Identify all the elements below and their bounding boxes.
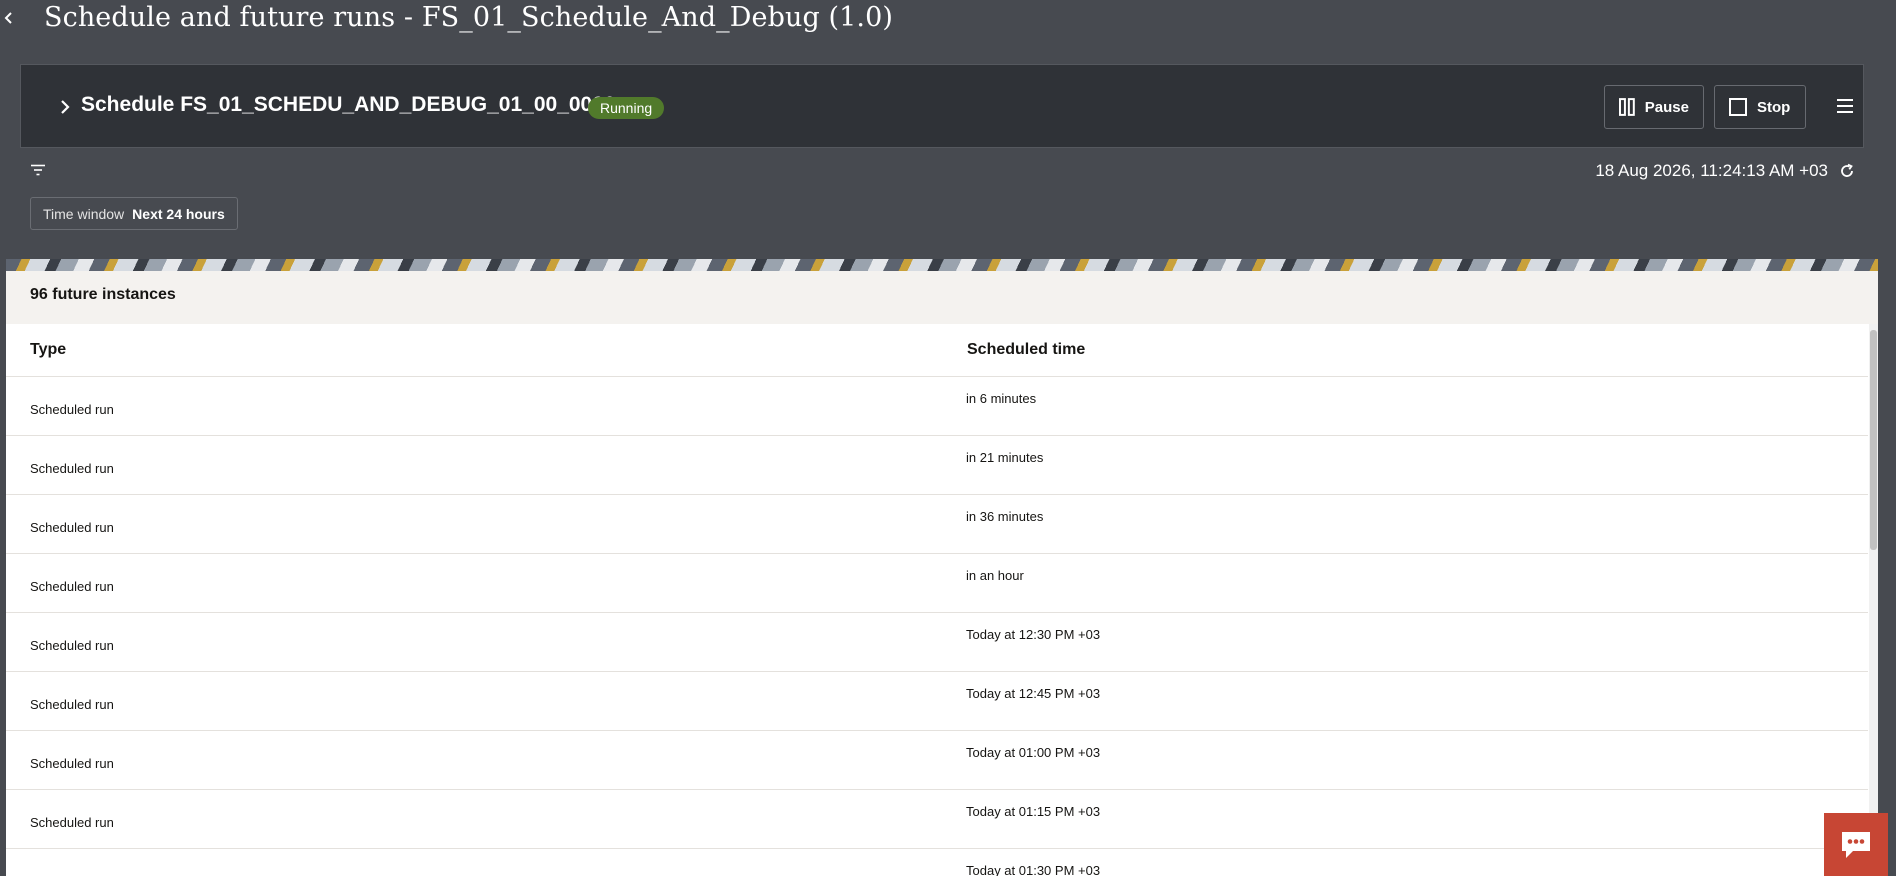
page-title: Schedule and future runs - FS_01_Schedul…	[44, 2, 894, 33]
cell-scheduled-time: Today at 01:15 PM +03	[966, 804, 1101, 819]
cell-type: Scheduled run	[30, 697, 114, 712]
current-timestamp: 18 Aug 2026, 11:24:13 AM +03	[1595, 161, 1828, 180]
cell-scheduled-time: in an hour	[966, 568, 1024, 583]
cell-type: Scheduled run	[30, 756, 114, 771]
stop-icon	[1729, 98, 1747, 116]
table-row[interactable]: Scheduled run Today at 01:15 PM +03	[6, 790, 1868, 849]
filter-button[interactable]	[28, 160, 48, 180]
table-row[interactable]: Scheduled run Today at 01:00 PM +03	[6, 731, 1868, 790]
cell-type: Scheduled run	[30, 579, 114, 594]
cell-type: Scheduled run	[30, 815, 114, 830]
page: Schedule and future runs - FS_01_Schedul…	[0, 0, 1896, 876]
schedule-card: Schedule FS_01_SCHEDU_AND_DEBUG_01_00_00…	[20, 64, 1864, 148]
cell-scheduled-time: Today at 12:45 PM +03	[966, 686, 1101, 701]
table-body: Scheduled run in 6 minutes Scheduled run…	[6, 377, 1868, 876]
time-window-filter-chip[interactable]: Time window Next 24 hours	[30, 197, 238, 230]
table-scrollbar[interactable]	[1869, 324, 1878, 876]
cell-scheduled-time: in 21 minutes	[966, 450, 1044, 465]
stop-label: Stop	[1757, 98, 1791, 116]
title-bar: Schedule and future runs - FS_01_Schedul…	[0, 0, 1896, 50]
decorative-banner	[6, 259, 1878, 271]
chat-button[interactable]	[1824, 813, 1888, 876]
instances-count: 96 future instances	[30, 286, 176, 303]
cell-type: Scheduled run	[30, 402, 114, 417]
refresh-button[interactable]	[1836, 160, 1858, 182]
table-row[interactable]: Scheduled run in an hour	[6, 554, 1868, 613]
column-header-scheduled-time[interactable]: Scheduled time	[967, 341, 1085, 359]
chat-icon	[1842, 831, 1870, 858]
results-panel: 96 future instances Type Scheduled time …	[6, 271, 1878, 876]
cell-scheduled-time: Today at 01:30 PM +03	[966, 863, 1101, 876]
cell-type: Scheduled run	[30, 461, 114, 476]
cell-scheduled-time: Today at 01:00 PM +03	[966, 745, 1101, 760]
chevron-right-icon	[61, 100, 70, 114]
hamburger-menu-icon	[1837, 99, 1853, 113]
table-row[interactable]: Scheduled run in 6 minutes	[6, 377, 1868, 436]
table-scrollbar-thumb[interactable]	[1870, 330, 1877, 550]
more-actions-menu-button[interactable]	[1830, 91, 1860, 121]
cell-type: Scheduled run	[30, 520, 114, 535]
cell-type: Scheduled run	[30, 638, 114, 653]
pause-label: Pause	[1644, 98, 1689, 116]
pause-button[interactable]: Pause	[1604, 85, 1704, 129]
filter-icon	[31, 164, 45, 176]
time-window-label: Time window	[43, 205, 125, 222]
time-window-value: Next 24 hours	[132, 205, 225, 222]
table-row[interactable]: Scheduled run Today at 12:30 PM +03	[6, 613, 1868, 672]
column-header-type[interactable]: Type	[30, 341, 66, 359]
stop-button[interactable]: Stop	[1714, 85, 1806, 129]
pause-icon	[1619, 98, 1635, 116]
back-button[interactable]	[0, 4, 18, 32]
schedule-name: Schedule FS_01_SCHEDU_AND_DEBUG_01_00_00…	[81, 93, 616, 116]
expand-schedule-button[interactable]	[51, 93, 79, 121]
chevron-left-icon	[4, 12, 12, 24]
table-row[interactable]: Scheduled run in 21 minutes	[6, 436, 1868, 495]
table-row[interactable]: Scheduled run in 36 minutes	[6, 495, 1868, 554]
table-row[interactable]: Scheduled run Today at 12:45 PM +03	[6, 672, 1868, 731]
table-row[interactable]: Scheduled run Today at 01:30 PM +03	[6, 849, 1868, 876]
status-badge: Running	[588, 97, 665, 119]
cell-scheduled-time: in 6 minutes	[966, 391, 1037, 406]
cell-scheduled-time: Today at 12:30 PM +03	[966, 627, 1101, 642]
table-header: Type Scheduled time	[6, 324, 1868, 377]
cell-scheduled-time: in 36 minutes	[966, 509, 1044, 524]
refresh-icon	[1841, 163, 1853, 177]
instances-count-bar: 96 future instances	[6, 271, 1878, 324]
